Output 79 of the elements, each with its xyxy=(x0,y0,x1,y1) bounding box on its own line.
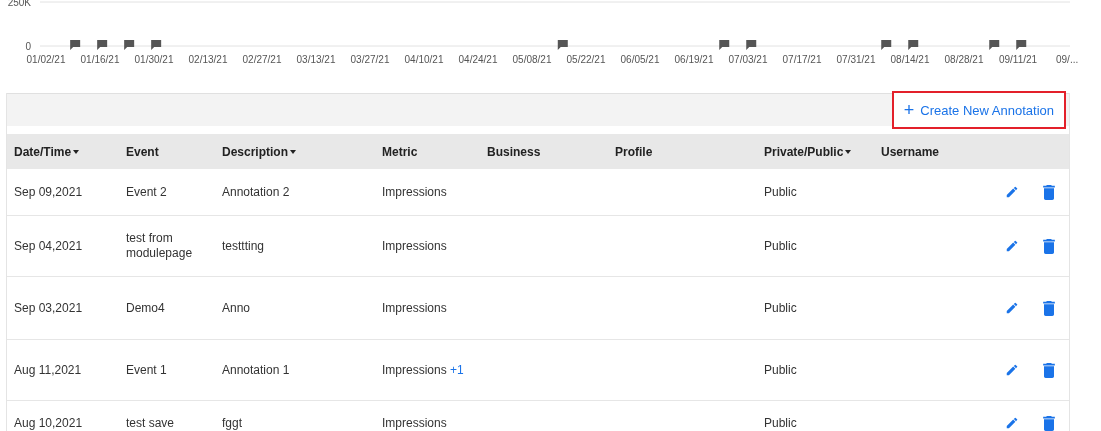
table-cell-text: fggt xyxy=(222,415,243,431)
annotation-flag-icon[interactable] xyxy=(989,40,1000,50)
x-axis-label: 09/11/21 xyxy=(998,54,1038,65)
table-cell-text: Event 1 xyxy=(126,362,168,378)
column-header: Metric xyxy=(382,144,418,159)
table-cell-text: Aug 11,2021 xyxy=(14,362,83,378)
annotation-flag-icon[interactable] xyxy=(719,40,730,50)
table-cell-text: Demo4 xyxy=(126,300,166,316)
sort-caret-icon[interactable] xyxy=(845,149,852,154)
x-axis-label: 01/02/21 xyxy=(26,54,66,65)
annotation-flag-icon[interactable] xyxy=(1016,40,1027,50)
table-cell-text: Aug 10,2021 xyxy=(14,415,84,431)
x-axis-label: 05/22/21 xyxy=(566,54,606,65)
sort-caret-icon[interactable] xyxy=(73,149,80,154)
table-cell-text: Impressions xyxy=(382,300,448,316)
table-cell-text: Impressions +1 xyxy=(382,362,465,378)
table-cell-text: Impressions xyxy=(382,184,448,200)
column-header: Profile xyxy=(615,144,653,159)
edit-button[interactable] xyxy=(1005,238,1019,254)
table-cell-text: test from modulepage xyxy=(126,231,194,261)
table-cell-text: Annotation 2 xyxy=(222,184,291,200)
y-axis-label: 0 xyxy=(25,41,31,52)
table-cell-text: Impressions xyxy=(382,238,448,254)
table-cell-text: test save xyxy=(126,415,176,431)
x-axis-label: 05/08/21 xyxy=(512,54,552,65)
delete-button[interactable] xyxy=(1043,300,1055,316)
x-axis-label: 02/13/21 xyxy=(188,54,228,65)
table-cell-text: Sep 09,2021 xyxy=(14,184,84,200)
table-cell-text: Public xyxy=(764,362,798,378)
sort-caret-icon[interactable] xyxy=(290,149,296,154)
create-annotation-button[interactable]: + Create New Annotation xyxy=(891,91,1066,129)
x-axis-label: 09/... xyxy=(1056,54,1079,65)
x-axis-label: 04/24/21 xyxy=(458,54,498,65)
annotation-flag-icon[interactable] xyxy=(124,40,135,50)
edit-button[interactable] xyxy=(1005,415,1019,431)
column-header: Business xyxy=(487,144,541,159)
column-header: Username xyxy=(881,144,940,159)
annotation-flag-icon[interactable] xyxy=(881,40,892,50)
table-cell-text: Anno xyxy=(222,300,252,316)
table-cell-text: Public xyxy=(764,184,798,200)
column-header: Event xyxy=(126,144,159,159)
column-header[interactable]: Date/Time xyxy=(14,144,72,159)
edit-button[interactable] xyxy=(1005,362,1019,378)
table-cell-text: Sep 03,2021 xyxy=(14,300,84,316)
x-axis-label: 08/14/21 xyxy=(890,54,930,65)
edit-button[interactable] xyxy=(1005,184,1019,200)
table-cell-text: Impressions xyxy=(382,415,448,431)
annotation-flag-icon[interactable] xyxy=(746,40,757,50)
table-cell-text: Public xyxy=(764,415,798,431)
x-axis-label: 01/16/21 xyxy=(80,54,120,65)
x-axis-label: 06/05/21 xyxy=(620,54,660,65)
x-axis-label: 07/03/21 xyxy=(728,54,768,65)
annotation-flag-icon[interactable] xyxy=(97,40,108,50)
x-axis-label: 01/30/21 xyxy=(134,54,174,65)
annotation-flag-icon[interactable] xyxy=(151,40,162,50)
x-axis-label: 08/28/21 xyxy=(944,54,984,65)
delete-button[interactable] xyxy=(1043,184,1055,200)
annotation-flag-icon[interactable] xyxy=(557,40,568,50)
table-cell-text: Event 2 xyxy=(126,184,168,200)
x-axis-label: 03/13/21 xyxy=(296,54,336,65)
table-cell-text: testtting xyxy=(222,238,266,254)
x-axis-label: 02/27/21 xyxy=(242,54,282,65)
x-axis-label: 04/10/21 xyxy=(404,54,444,65)
x-axis-label: 07/17/21 xyxy=(782,54,822,65)
x-axis-label: 07/31/21 xyxy=(836,54,876,65)
x-axis-label: 03/27/21 xyxy=(350,54,390,65)
table-cell-text: Public xyxy=(764,300,798,316)
table-cell-text: Public xyxy=(764,238,798,254)
table-cell-text: Sep 04,2021 xyxy=(14,238,84,254)
edit-button[interactable] xyxy=(1005,300,1019,316)
column-header[interactable]: Description xyxy=(222,144,288,159)
x-axis-label: 06/19/21 xyxy=(674,54,714,65)
delete-button[interactable] xyxy=(1043,238,1055,254)
delete-button[interactable] xyxy=(1043,415,1055,431)
column-header[interactable]: Private/Public xyxy=(764,144,844,159)
table-cell-text: Annotation 1 xyxy=(222,362,291,378)
annotation-flag-icon[interactable] xyxy=(70,40,81,50)
delete-button[interactable] xyxy=(1043,362,1055,378)
annotation-flag-icon[interactable] xyxy=(908,40,919,50)
